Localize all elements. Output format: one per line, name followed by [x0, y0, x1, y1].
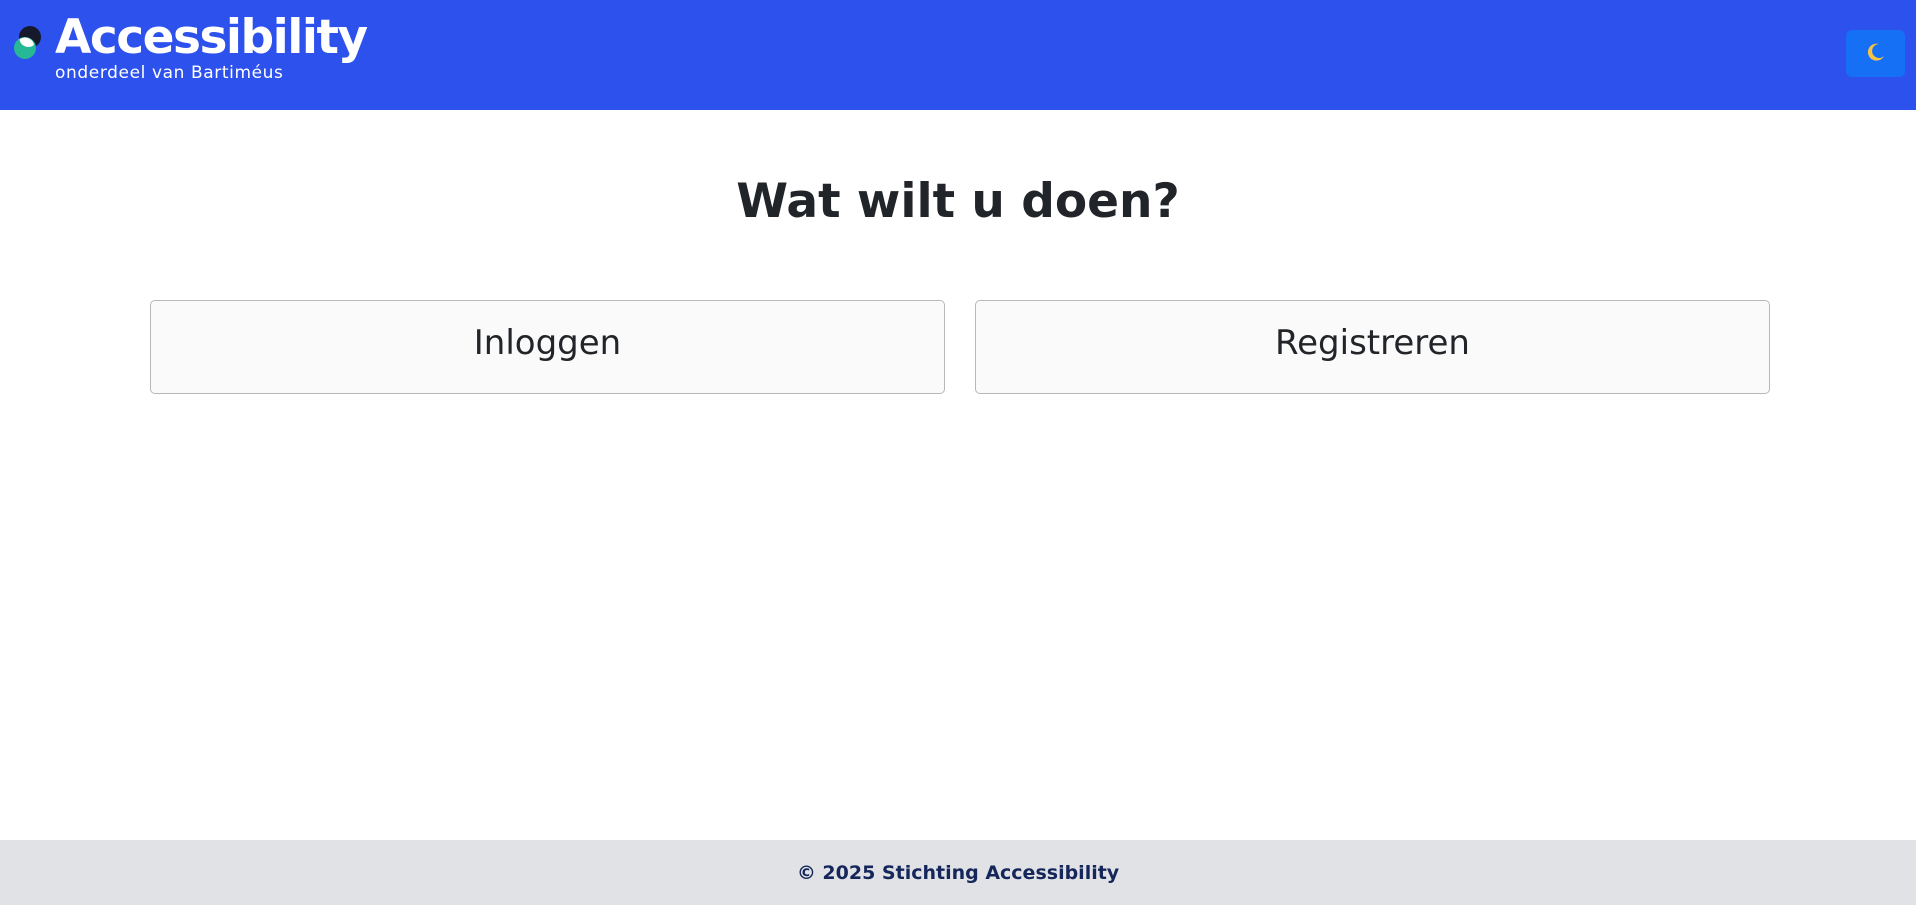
site-footer: © 2025 Stichting Accessibility [0, 840, 1916, 905]
logo-subtitle: onderdeel van Bartiméus [55, 63, 284, 83]
logo-title: Accessibility [55, 10, 368, 65]
register-button[interactable]: Registreren [975, 300, 1770, 394]
home-logo-link[interactable]: Accessibility onderdeel van Bartiméus [14, 14, 368, 88]
page-title: Wat wilt u doen? [736, 174, 1180, 229]
page: Accessibility onderdeel van Bartiméus Wa… [0, 0, 1916, 905]
copyright-text: © 2025 Stichting Accessibility [796, 861, 1120, 884]
register-button-label: Registreren [1275, 323, 1470, 363]
login-button-label: Inloggen [473, 323, 622, 363]
accessibility-logo-icon [14, 25, 44, 61]
site-header: Accessibility onderdeel van Bartiméus [0, 0, 1916, 110]
moon-icon [1866, 42, 1886, 65]
login-button[interactable]: Inloggen [150, 300, 945, 394]
theme-toggle-button[interactable] [1846, 30, 1905, 77]
